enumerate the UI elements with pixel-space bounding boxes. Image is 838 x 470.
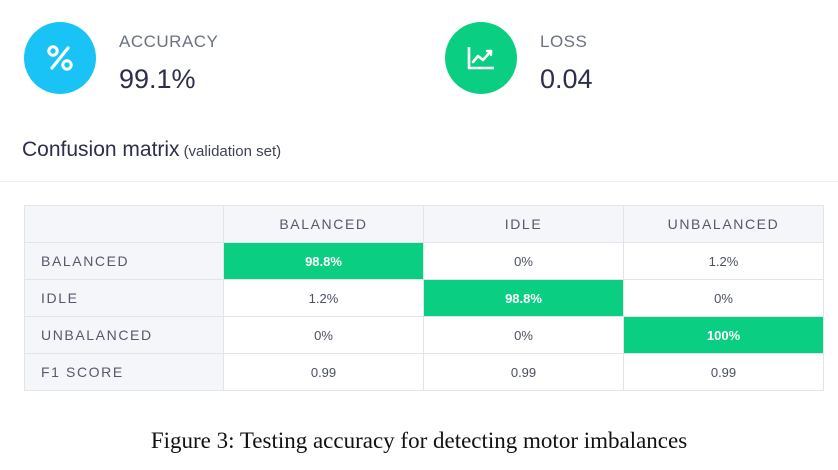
matrix-cell: 0%: [423, 242, 624, 280]
f1-cell: 0.99: [623, 353, 824, 391]
table-row: BALANCED 98.8% 0% 1.2%: [24, 242, 824, 280]
column-header-balanced: BALANCED: [223, 205, 424, 243]
table-row: UNBALANCED 0% 0% 100%: [24, 316, 824, 354]
line-chart-icon: [467, 47, 494, 70]
matrix-cell: 98.8%: [223, 242, 424, 280]
loss-badge: [445, 22, 517, 94]
matrix-cell: 0%: [423, 316, 624, 354]
row-header-idle: IDLE: [24, 279, 224, 317]
table-row: IDLE 1.2% 98.8% 0%: [24, 279, 824, 317]
matrix-cell: 98.8%: [423, 279, 624, 317]
matrix-cell: 1.2%: [223, 279, 424, 317]
f1-cell: 0.99: [223, 353, 424, 391]
matrix-cell: 0%: [223, 316, 424, 354]
loss-label: LOSS: [540, 32, 588, 51]
accuracy-label: ACCURACY: [119, 32, 219, 51]
matrix-cell: 1.2%: [623, 242, 824, 280]
row-header-unbalanced: UNBALANCED: [24, 316, 224, 354]
confusion-matrix-heading: Confusion matrix (validation set): [22, 138, 281, 162]
confusion-matrix-title: Confusion matrix: [22, 138, 180, 161]
row-header-f1-score: F1 SCORE: [24, 353, 224, 391]
percent-icon: [47, 45, 73, 71]
accuracy-value: 99.1%: [119, 64, 196, 94]
confusion-matrix-table: BALANCED IDLE UNBALANCED BALANCED 98.8% …: [24, 205, 824, 391]
loss-value: 0.04: [540, 64, 593, 94]
section-divider: [0, 181, 838, 182]
table-row: F1 SCORE 0.99 0.99 0.99: [24, 353, 824, 391]
figure-caption: Figure 3: Testing accuracy for detecting…: [150, 428, 688, 453]
header-row: BALANCED IDLE UNBALANCED: [24, 205, 824, 243]
confusion-matrix-subtitle: (validation set): [183, 143, 282, 160]
column-header-idle: IDLE: [423, 205, 624, 243]
model-metrics-panel: ACCURACY 99.1% LOSS 0.04 Confusion matri…: [0, 0, 838, 400]
corner-cell: [24, 205, 224, 243]
column-header-unbalanced: UNBALANCED: [623, 205, 824, 243]
row-header-balanced: BALANCED: [24, 242, 224, 280]
matrix-cell: 0%: [623, 279, 824, 317]
accuracy-badge: [24, 22, 96, 94]
f1-cell: 0.99: [423, 353, 624, 391]
matrix-cell: 100%: [623, 316, 824, 354]
